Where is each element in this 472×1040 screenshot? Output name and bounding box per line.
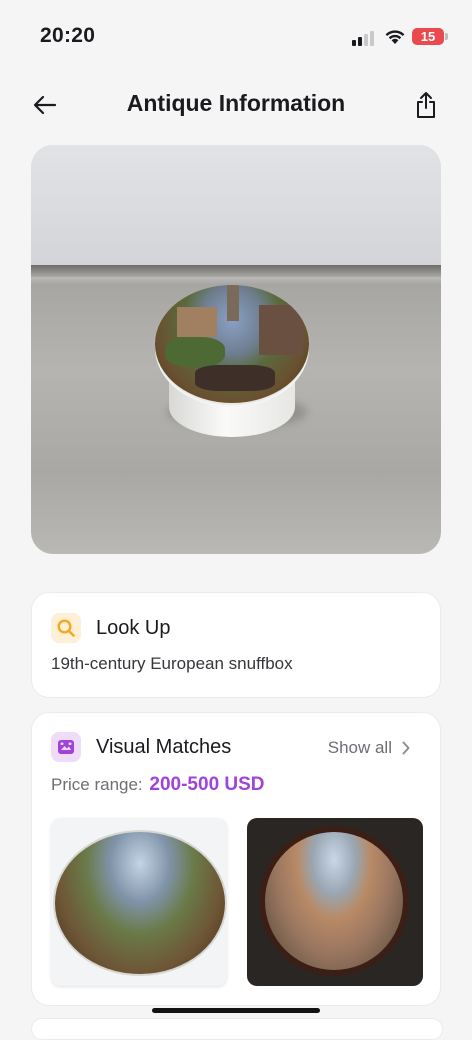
share-button[interactable] (408, 86, 444, 124)
price-label: Price range: (51, 775, 143, 794)
match-thumbnail[interactable] (247, 818, 423, 986)
lookup-result: 19th-century European snuffbox (51, 654, 293, 673)
status-bar: 20:20 15 (0, 0, 472, 72)
photo-shelf-edge (31, 265, 441, 277)
visual-matches-icon-badge (51, 732, 81, 762)
lid-figures (195, 365, 275, 391)
lookup-title: Look Up (96, 617, 171, 639)
lid-building (177, 307, 217, 337)
lid-tower (227, 285, 239, 321)
visual-matches-title: Visual Matches (96, 736, 232, 758)
match-thumbnail[interactable] (51, 818, 227, 986)
wifi-icon (385, 30, 405, 44)
lid-building (259, 305, 303, 355)
lid-trees (165, 337, 225, 367)
cellular-signal-icon (352, 30, 378, 46)
photo-background-wall (31, 145, 441, 267)
home-indicator[interactable] (152, 1008, 320, 1013)
page-title: Antique Information (126, 90, 346, 116)
antique-photo[interactable] (31, 145, 441, 554)
chevron-right-icon (402, 741, 410, 755)
show-all-label: Show all (327, 738, 392, 757)
share-icon (417, 92, 435, 118)
match-image-detail (265, 832, 403, 970)
price-value: 200-500 USD (149, 774, 265, 795)
status-time: 20:20 (40, 24, 96, 47)
visual-matches-card: Visual Matches Show all Price range: 200… (31, 712, 441, 1006)
battery-icon: 15 (412, 28, 444, 45)
next-card-peek (31, 1018, 443, 1040)
battery-cap (445, 33, 448, 40)
price-range: Price range: 200-500 USD (51, 774, 265, 796)
image-match-icon (58, 740, 74, 754)
nav-bar: Antique Information (0, 80, 472, 130)
snuffbox-lid (155, 285, 309, 403)
lookup-icon-badge (51, 613, 81, 643)
search-icon (57, 619, 75, 637)
match-image (53, 830, 227, 976)
lookup-card: Look Up 19th-century European snuffbox (31, 592, 441, 698)
show-all-button[interactable]: Show all (328, 738, 410, 758)
